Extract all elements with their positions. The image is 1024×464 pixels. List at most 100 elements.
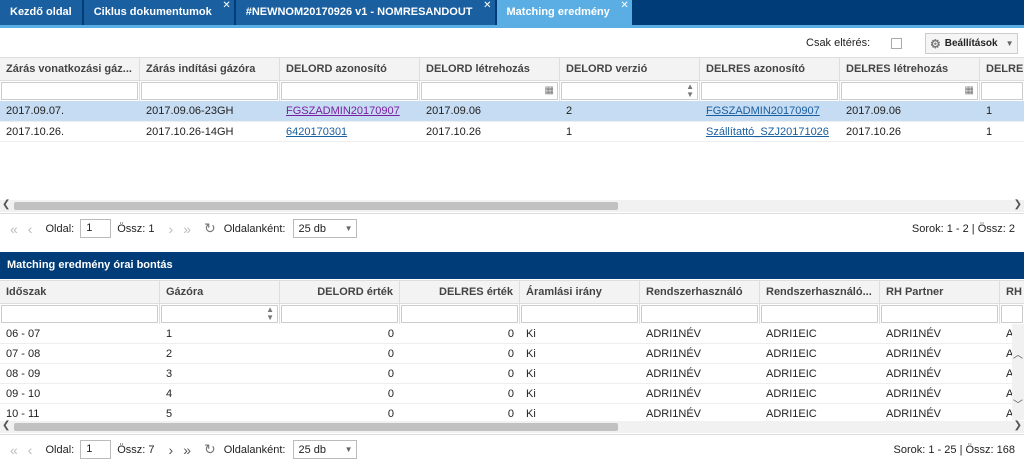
cell: ADRI1EIC (766, 327, 817, 340)
table-row[interactable]: 07 - 08 2 0 0 Ki ADRI1NÉV ADRI1EIC ADRI1NÉV A (0, 344, 1024, 364)
page-input[interactable]: 1 (80, 219, 112, 238)
filter-input[interactable] (1, 82, 138, 100)
prev-page-icon[interactable]: ‹ (28, 221, 33, 237)
delres-link[interactable]: FGSZADMIN20170907 (706, 105, 820, 117)
tab-cycle-documents[interactable]: Ciklus dokumentumok ✕ (83, 0, 236, 25)
scrollbar-thumb[interactable] (14, 423, 618, 431)
cell: 0 (507, 367, 514, 380)
filter-input[interactable]: ▦ (421, 82, 558, 100)
delord-link[interactable]: 6420170301 (286, 126, 347, 138)
grid1-horizontal-scrollbar[interactable]: ❮ ❯ (0, 199, 1024, 212)
cell: ADRI1EIC (766, 347, 817, 360)
table-row[interactable]: 2017.10.26. 2017.10.26-14GH 6420170301 2… (0, 122, 1024, 142)
last-page-icon[interactable]: » (183, 221, 191, 237)
filter-input[interactable] (521, 305, 638, 323)
filter-input[interactable] (641, 305, 758, 323)
scrollbar-thumb[interactable] (14, 202, 618, 210)
column-header[interactable]: DELRES létrehozás (840, 58, 980, 80)
cell: ADRI1EIC (766, 387, 817, 400)
cell: ADRI1NÉV (886, 347, 942, 360)
per-page-select[interactable]: 25 db ▼ (293, 440, 358, 459)
grid2-horizontal-scrollbar[interactable]: ❮ ❯ (0, 420, 1024, 433)
refresh-icon[interactable]: ↻ (204, 220, 216, 237)
first-page-icon[interactable]: « (10, 442, 18, 458)
table-row[interactable]: 08 - 09 3 0 0 Ki ADRI1NÉV ADRI1EIC ADRI1NÉV A (0, 364, 1024, 384)
cell: 2 (166, 347, 173, 360)
cell: 1 (986, 125, 993, 138)
spinner-icon[interactable]: ▲ ▼ (266, 306, 274, 322)
grid1-header: Zárás vonatkozási gáz... Zárás indítási … (0, 57, 1024, 81)
tab-label: Matching eredmény (506, 6, 610, 18)
next-page-icon[interactable]: › (169, 442, 174, 458)
column-header[interactable]: DELRES érték (400, 281, 520, 303)
calendar-icon[interactable]: ▦ (545, 85, 554, 96)
column-header[interactable]: DELORD érték (280, 281, 400, 303)
filter-input[interactable]: ▲ ▼ (161, 305, 278, 323)
scroll-right-icon[interactable]: ❯ (1014, 420, 1022, 431)
close-icon[interactable]: ✕ (483, 0, 491, 18)
filter-input[interactable] (281, 305, 398, 323)
filter-input[interactable] (981, 82, 1023, 100)
column-header[interactable]: Áramlási irány (520, 281, 640, 303)
scroll-left-icon[interactable]: ❮ (2, 420, 10, 431)
filter-input[interactable]: ▲ ▼ (561, 82, 698, 100)
filter-input[interactable] (401, 305, 518, 323)
first-page-icon[interactable]: « (10, 221, 18, 237)
tab-matching-result[interactable]: Matching eredmény ✕ (496, 0, 634, 25)
gear-icon: ⚙ (930, 36, 941, 51)
cell: 2 (566, 105, 573, 117)
next-page-icon[interactable]: › (169, 221, 174, 237)
scroll-down-icon[interactable]: ﹀ (1013, 396, 1023, 411)
filter-input[interactable] (141, 82, 278, 100)
close-icon[interactable]: ✕ (620, 0, 628, 18)
per-page-select[interactable]: 25 db ▼ (293, 219, 358, 238)
prev-page-icon[interactable]: ‹ (28, 442, 33, 458)
scroll-left-icon[interactable]: ❮ (2, 199, 10, 210)
table-row[interactable]: 06 - 07 1 0 0 Ki ADRI1NÉV ADRI1EIC ADRI1NÉV A (0, 324, 1024, 344)
cell: 0 (507, 347, 514, 360)
column-header[interactable]: Gázóra (160, 281, 280, 303)
calendar-icon[interactable]: ▦ (965, 85, 974, 96)
only-diff-checkbox[interactable] (891, 38, 902, 49)
column-header[interactable]: DELRE (980, 58, 1024, 80)
filter-input[interactable] (1001, 305, 1023, 323)
last-page-icon[interactable]: » (183, 442, 191, 458)
table-row[interactable]: 2017.09.07. 2017.09.06-23GH FGSZADMIN201… (0, 101, 1024, 122)
cell: ADRI1NÉV (646, 347, 702, 360)
filter-input[interactable]: ▦ (841, 82, 978, 100)
column-header[interactable]: Rendszerhasználó... (760, 281, 880, 303)
scroll-up-icon[interactable]: ︿ (1013, 346, 1023, 361)
filter-input[interactable] (701, 82, 838, 100)
column-header[interactable]: Rendszerhasználó (640, 281, 760, 303)
filter-input[interactable] (281, 82, 418, 100)
column-header[interactable]: DELRES azonosító (700, 58, 840, 80)
page-input[interactable]: 1 (80, 440, 112, 459)
cell: 07 - 08 (6, 347, 41, 360)
column-header[interactable]: Zárás indítási gázóra (140, 58, 280, 80)
per-page-label: Oldalanként: (223, 443, 286, 456)
delres-link[interactable]: Szállítattó_SZJ20171026 (706, 126, 829, 138)
column-header[interactable]: RH Partner (880, 281, 1000, 303)
column-header[interactable]: Zárás vonatkozási gáz... (0, 58, 140, 80)
table-row[interactable]: 09 - 10 4 0 0 Ki ADRI1NÉV ADRI1EIC ADRI1NÉV A (0, 384, 1024, 404)
tab-nomination[interactable]: #NEWNOM20170926 v1 - NOMRESANDOUT ✕ (235, 0, 497, 25)
cell: ADRI1NÉV (646, 387, 702, 400)
column-header[interactable]: DELORD verzió (560, 58, 700, 80)
delord-link[interactable]: FGSZADMIN20170907 (286, 105, 400, 117)
spinner-icon[interactable]: ▲ ▼ (686, 83, 694, 99)
refresh-icon[interactable]: ↻ (204, 441, 216, 458)
filter-input[interactable] (881, 305, 998, 323)
scroll-right-icon[interactable]: ❯ (1014, 199, 1022, 210)
cell: ADRI1NÉV (886, 367, 942, 380)
section-title: Matching eredmény órai bontás (0, 252, 1024, 279)
column-header[interactable]: DELORD azonosító (280, 58, 420, 80)
column-header[interactable]: Időszak (0, 281, 160, 303)
grid2-vertical-scrollbar[interactable]: ︿ ﹀ (1012, 324, 1024, 420)
column-header[interactable]: DELORD létrehozás (420, 58, 560, 80)
close-icon[interactable]: ✕ (222, 0, 230, 18)
settings-button[interactable]: ⚙ Beállítások ▼ (925, 33, 1018, 54)
column-header[interactable]: RH (1000, 281, 1024, 303)
filter-input[interactable] (1, 305, 158, 323)
tab-home[interactable]: Kezdő oldal (0, 0, 84, 25)
filter-input[interactable] (761, 305, 878, 323)
